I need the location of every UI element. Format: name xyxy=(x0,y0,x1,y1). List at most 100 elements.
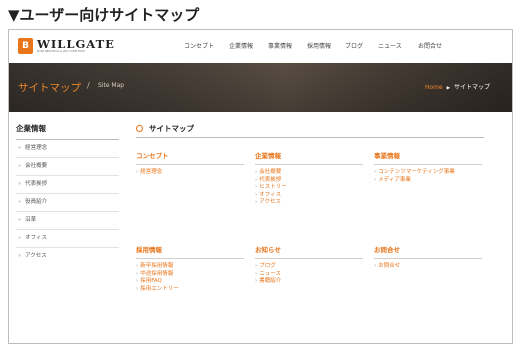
chevron-right-icon: » xyxy=(18,253,22,259)
banner-subtitle: Site Map xyxy=(98,82,125,89)
link-label: ヒストリー xyxy=(259,184,287,190)
sitemap-link[interactable]: › コンテンツマーケティング事業 xyxy=(374,169,482,177)
sitemap-section-concept: コンセプト › 経営理念 xyxy=(136,152,244,177)
sitemap-link[interactable]: › 代表挨拶 xyxy=(255,177,363,185)
ring-icon xyxy=(136,125,143,132)
link-label: コンテンツマーケティング事業 xyxy=(378,169,455,175)
sidebar-item-history[interactable]: » 沿革 xyxy=(16,212,119,230)
sidebar-item-label: 沿革 xyxy=(25,217,37,223)
chevron-right-icon: › xyxy=(255,270,258,277)
chevron-right-icon: › xyxy=(136,270,139,277)
link-label: お問合せ xyxy=(378,263,401,269)
sidebar: 企業情報 » 経営理念 » 会社概要 » 代表挨拶 » 役員紹介 » 沿革 » オフィス »… xyxy=(16,124,119,266)
sitemap-section-business: 事業情報 › コンテンツマーケティング事業 › メディア事業 xyxy=(374,152,482,184)
nav-recruit[interactable]: 採用情報 xyxy=(307,42,331,52)
chevron-right-icon: » xyxy=(18,217,22,223)
link-label: 採用FAQ xyxy=(140,278,162,284)
link-label: 新卒採用情報 xyxy=(140,263,174,269)
site-frame: B WILLGATE MAKE INDIVIDUAL & WILL COME T… xyxy=(8,29,513,344)
sitemap-section-news: お知らせ › ブログ › ニュース › 書籍紹介 xyxy=(255,246,363,286)
page-banner: サイトマップ / Site Map Home ▶ サイトマップ xyxy=(9,63,512,112)
chevron-right-icon: » xyxy=(18,181,22,187)
sidebar-item-label: 役員紹介 xyxy=(25,199,48,205)
nav-contact[interactable]: お問合せ xyxy=(418,42,442,52)
sidebar-item-label: 会社概要 xyxy=(25,163,48,169)
sitemap-link[interactable]: › アクセス xyxy=(255,199,363,207)
sitemap-link[interactable]: › 採用エントリー xyxy=(136,286,244,294)
chevron-right-icon: » xyxy=(18,145,22,151)
sitemap-link[interactable]: › 経営理念 xyxy=(136,169,244,177)
chevron-right-icon: › xyxy=(255,176,258,183)
section-heading[interactable]: 採用情報 xyxy=(136,246,244,259)
chevron-right-icon: › xyxy=(255,199,258,205)
sidebar-item-philosophy[interactable]: » 経営理念 xyxy=(16,140,119,158)
chevron-right-icon: › xyxy=(255,263,258,269)
chevron-right-icon: › xyxy=(136,263,139,269)
section-heading[interactable]: 企業情報 xyxy=(255,152,363,165)
sitemap-link[interactable]: › ヒストリー xyxy=(255,184,363,192)
section-heading[interactable]: 事業情報 xyxy=(374,152,482,165)
link-label: 中途採用情報 xyxy=(140,270,174,277)
sitemap-link[interactable]: › 採用FAQ xyxy=(136,278,244,286)
breadcrumb-arrow-icon: ▶ xyxy=(446,86,451,91)
sidebar-item-label: 代表挨拶 xyxy=(25,181,48,187)
sitemap-section-contact: お問合せ › お問合せ xyxy=(374,246,482,271)
sitemap-link[interactable]: › 中途採用情報 xyxy=(136,271,244,279)
sitemap-link[interactable]: › ブログ xyxy=(255,263,363,271)
sidebar-item-label: 経営理念 xyxy=(25,145,48,151)
link-label: オフィス xyxy=(259,191,282,198)
chevron-right-icon: › xyxy=(255,278,258,284)
global-nav: コンセプト 企業情報 事業情報 採用情報 ブログ ニュース お問合せ xyxy=(9,42,512,52)
chevron-right-icon: › xyxy=(136,169,139,175)
nav-company[interactable]: 企業情報 xyxy=(229,42,253,52)
breadcrumb: Home ▶ サイトマップ xyxy=(425,82,490,91)
sidebar-title: 企業情報 xyxy=(16,124,119,140)
section-heading[interactable]: お問合せ xyxy=(374,246,482,259)
main-title: サイトマップ xyxy=(136,124,484,138)
sitemap-link[interactable]: › 会社概要 xyxy=(255,169,363,177)
sitemap-link[interactable]: › 新卒採用情報 xyxy=(136,263,244,271)
sitemap-section-recruit: 採用情報 › 新卒採用情報 › 中途採用情報 › 採用FAQ › 採用エントリー xyxy=(136,246,244,293)
nav-news[interactable]: ニュース xyxy=(378,42,402,52)
sidebar-item-officers[interactable]: » 役員紹介 xyxy=(16,194,119,212)
nav-blog[interactable]: ブログ xyxy=(345,42,363,52)
sidebar-item-overview[interactable]: » 会社概要 xyxy=(16,158,119,176)
sidebar-item-label: アクセス xyxy=(25,253,47,259)
sidebar-item-office[interactable]: » オフィス xyxy=(16,230,119,248)
breadcrumb-home[interactable]: Home xyxy=(425,84,443,91)
sidebar-item-label: オフィス xyxy=(25,235,47,241)
link-label: 経営理念 xyxy=(140,169,163,175)
chevron-right-icon: » xyxy=(18,199,22,205)
chevron-right-icon: › xyxy=(255,191,258,198)
chevron-right-icon: › xyxy=(136,285,139,292)
nav-concept[interactable]: コンセプト xyxy=(184,42,214,52)
sidebar-item-access[interactable]: » アクセス xyxy=(16,248,119,266)
chevron-right-icon: › xyxy=(255,184,258,190)
sitemap-link[interactable]: › 書籍紹介 xyxy=(255,278,363,286)
banner-separator: / xyxy=(87,81,90,90)
link-label: アクセス xyxy=(259,199,281,205)
section-heading[interactable]: コンセプト xyxy=(136,152,244,165)
link-label: ブログ xyxy=(259,263,276,269)
section-heading[interactable]: お知らせ xyxy=(255,246,363,259)
page-heading: ▼ユーザー向けサイトマップ xyxy=(8,6,200,24)
link-label: 採用エントリー xyxy=(140,285,179,292)
sidebar-item-message[interactable]: » 代表挨拶 xyxy=(16,176,119,194)
chevron-right-icon: » xyxy=(18,235,22,241)
sitemap-link[interactable]: › お問合せ xyxy=(374,263,482,271)
main-content: サイトマップ コンセプト › 経営理念 企業情報 › 会社概要 › 代表挨拶 › ヒスト… xyxy=(136,124,484,292)
link-label: 代表挨拶 xyxy=(259,176,282,183)
sitemap-link[interactable]: › ニュース xyxy=(255,271,363,279)
nav-business[interactable]: 事業情報 xyxy=(268,42,292,52)
sitemap-section-company: 企業情報 › 会社概要 › 代表挨拶 › ヒストリー › オフィス › アクセス xyxy=(255,152,363,207)
banner-title: サイトマップ xyxy=(18,82,81,94)
sitemap-link[interactable]: › オフィス xyxy=(255,192,363,200)
chevron-right-icon: » xyxy=(18,163,22,169)
link-label: ニュース xyxy=(259,270,281,277)
sitemap-link[interactable]: › メディア事業 xyxy=(374,177,482,185)
chevron-right-icon: › xyxy=(255,169,258,175)
chevron-right-icon: › xyxy=(374,169,377,175)
chevron-right-icon: › xyxy=(374,263,377,269)
chevron-right-icon: › xyxy=(136,278,139,284)
main-title-label: サイトマップ xyxy=(149,124,194,133)
